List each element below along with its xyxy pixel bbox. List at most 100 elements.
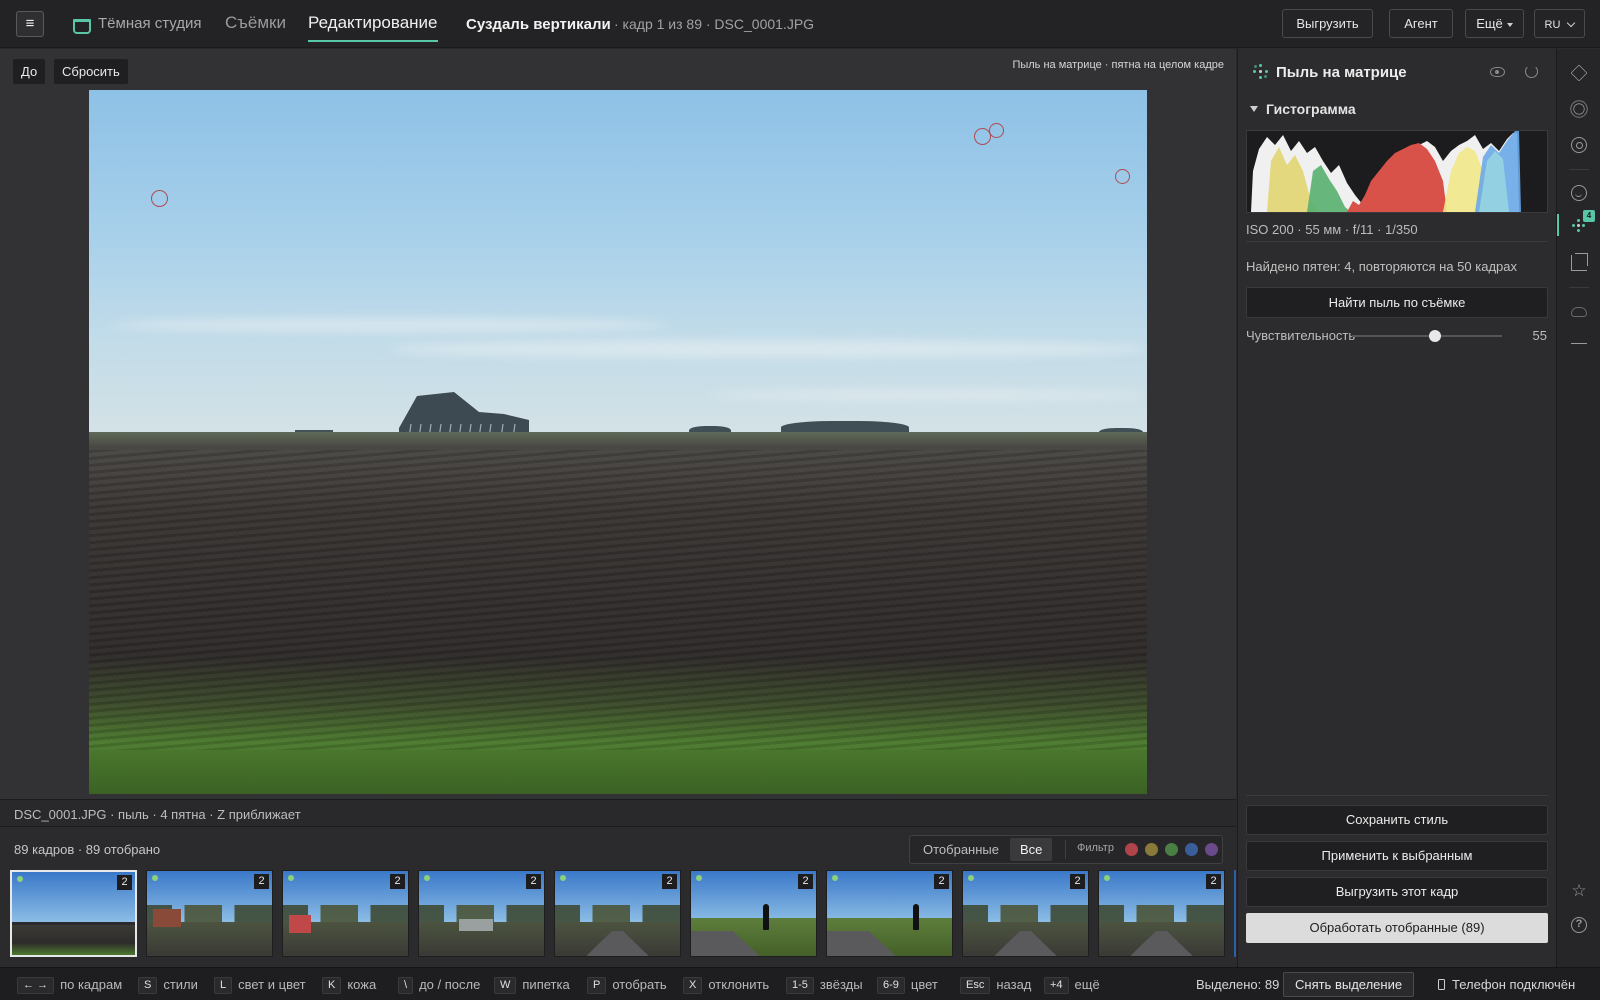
- find-dust-button[interactable]: Найти пыль по съёмке: [1246, 287, 1548, 318]
- save-style-button[interactable]: Сохранить стиль: [1246, 805, 1548, 835]
- process-picked-button[interactable]: Обработать отобранные (89): [1246, 913, 1548, 943]
- panel-title: Пыль на матрице: [1276, 64, 1407, 81]
- agent-button[interactable]: Агент: [1389, 9, 1453, 38]
- dust-spot-marker[interactable]: [1115, 169, 1130, 184]
- selected-count: Выделено: 89: [1196, 977, 1280, 992]
- shortcut-hint: Kкожа: [322, 977, 376, 994]
- help-icon[interactable]: ?: [1571, 917, 1587, 933]
- shortcut-label: кожа: [347, 977, 377, 992]
- thumb-ground: [147, 922, 272, 956]
- project-title: Суздаль вертикали: [466, 16, 611, 33]
- tab-editing[interactable]: Редактирование: [308, 13, 438, 42]
- more-button[interactable]: Ещё: [1465, 9, 1524, 38]
- deselect-button[interactable]: Снять выделение: [1283, 972, 1415, 997]
- shortcut-key: S: [138, 977, 158, 994]
- link-icon[interactable]: [1571, 343, 1587, 351]
- thumb-trees: [963, 905, 1088, 924]
- segment-picked[interactable]: Отобранные: [923, 838, 999, 861]
- frame-meta: · кадр 1 из 89 · DSC_0001.JPG: [614, 16, 815, 32]
- filmstrip-thumbnail[interactable]: 2: [690, 870, 817, 957]
- star-icon[interactable]: ☆: [1571, 882, 1587, 899]
- shortcut-label: свет и цвет: [238, 977, 306, 992]
- dust-spot-marker[interactable]: [151, 190, 168, 207]
- filmstrip-thumbnail[interactable]: 2: [826, 870, 953, 957]
- brand-logo-icon: [72, 17, 91, 34]
- tab-shoots[interactable]: Съёмки: [225, 13, 286, 33]
- filmstrip-thumbnail[interactable]: 2: [1098, 870, 1225, 957]
- shortcut-key: K: [322, 977, 342, 994]
- shortcut-hint: 6-9 цвет: [877, 977, 938, 994]
- segment-all[interactable]: Все: [1010, 838, 1053, 861]
- color-filter-green[interactable]: [1165, 843, 1178, 856]
- shortcut-hint: 1-5 звёзды: [786, 977, 863, 994]
- color-filter-yellow[interactable]: [1145, 843, 1158, 856]
- export-frame-button[interactable]: Выгрузить этот кадр: [1246, 877, 1548, 907]
- filmstrip-thumbnail[interactable]: 2: [146, 870, 273, 957]
- rail-active-indicator: [1557, 214, 1559, 236]
- shortcut-key: Esc: [960, 977, 991, 994]
- version-badge: 2: [1206, 874, 1221, 889]
- reset-button[interactable]: Сбросить: [54, 59, 128, 84]
- filmstrip-thumbnail[interactable]: 2: [418, 870, 545, 957]
- before-button[interactable]: До: [13, 59, 46, 84]
- thumb-person: [763, 904, 769, 930]
- shortcut-label: отклонить: [708, 977, 770, 992]
- shortcut-hint: ← → по кадрам: [17, 977, 122, 994]
- export-button[interactable]: Выгрузить: [1282, 9, 1373, 38]
- chevron-down-icon: [1567, 18, 1576, 28]
- histogram-section-toggle[interactable]: Гистограмма: [1250, 101, 1356, 117]
- shortcut-key: +4: [1044, 977, 1069, 994]
- crop-icon[interactable]: [1571, 253, 1588, 271]
- histogram-plot: [1251, 131, 1521, 212]
- version-badge: 2: [934, 874, 949, 889]
- language-select[interactable]: RU: [1534, 9, 1585, 38]
- main-photo[interactable]: [89, 90, 1147, 794]
- phone-status[interactable]: Телефон подключён: [1438, 977, 1575, 992]
- color-filter-red[interactable]: [1125, 843, 1138, 856]
- version-badge: 2: [117, 875, 132, 890]
- panel-divider: [1246, 795, 1548, 796]
- brand-name: Тёмная студия: [98, 15, 202, 32]
- menu-icon[interactable]: ≡: [16, 11, 44, 37]
- layers-icon[interactable]: [1570, 64, 1588, 82]
- photo-cloud: [109, 318, 669, 332]
- app-brand[interactable]: Тёмная студия: [72, 15, 202, 34]
- filmstrip-thumbnail[interactable]: 2: [10, 870, 137, 957]
- color-filter-blue[interactable]: [1185, 843, 1198, 856]
- pick-flag-icon: [1104, 875, 1110, 881]
- shortcut-label: стили: [163, 977, 198, 992]
- apply-selected-button[interactable]: Применить к выбранным: [1246, 841, 1548, 871]
- filmstrip-thumbnail[interactable]: 2: [554, 870, 681, 957]
- version-badge: 2: [526, 874, 541, 889]
- sensitivity-slider-knob[interactable]: [1428, 330, 1441, 342]
- shortcut-label: по кадрам: [60, 977, 123, 992]
- version-badge: 2: [390, 874, 405, 889]
- shortcut-key: ← →: [17, 977, 55, 994]
- color-filter-purple[interactable]: [1205, 843, 1218, 856]
- file-status-line: DSC_0001.JPG · пыль · 4 пятна · Z прибли…: [0, 799, 1236, 827]
- dust-spot-marker[interactable]: [989, 123, 1004, 138]
- shortcut-label: цвет: [910, 977, 938, 992]
- reset-icon[interactable]: [1525, 65, 1538, 78]
- face-icon[interactable]: [1571, 185, 1587, 201]
- shortcut-key: 1-5: [786, 977, 814, 994]
- filmstrip-thumbnail[interactable]: 2: [282, 870, 409, 957]
- pick-flag-icon: [968, 875, 974, 881]
- pick-flag-icon: [424, 875, 430, 881]
- image-viewer: До Сбросить Пыль на матрице · пятна на ц…: [0, 49, 1236, 799]
- filmstrip-thumbnail[interactable]: 2: [962, 870, 1089, 957]
- sensitivity-slider[interactable]: [1352, 330, 1502, 342]
- frame-count: 89 кадров · 89 отобрано: [14, 842, 161, 857]
- version-badge: 2: [1070, 874, 1085, 889]
- field-texture: [89, 450, 1147, 750]
- light-icon[interactable]: [1573, 103, 1585, 115]
- photo-cloud: [709, 390, 1147, 400]
- thumb-house: [459, 919, 493, 931]
- cloud-icon[interactable]: [1571, 307, 1587, 317]
- export-button-label: Выгрузить: [1296, 16, 1359, 31]
- color-icon[interactable]: [1571, 137, 1587, 153]
- viewer-hint: Пыль на матрице · пятна на целом кадре: [1012, 59, 1224, 71]
- visibility-eye-icon[interactable]: [1490, 67, 1505, 77]
- version-badge: 2: [254, 874, 269, 889]
- more-button-label: Ещё: [1476, 16, 1503, 31]
